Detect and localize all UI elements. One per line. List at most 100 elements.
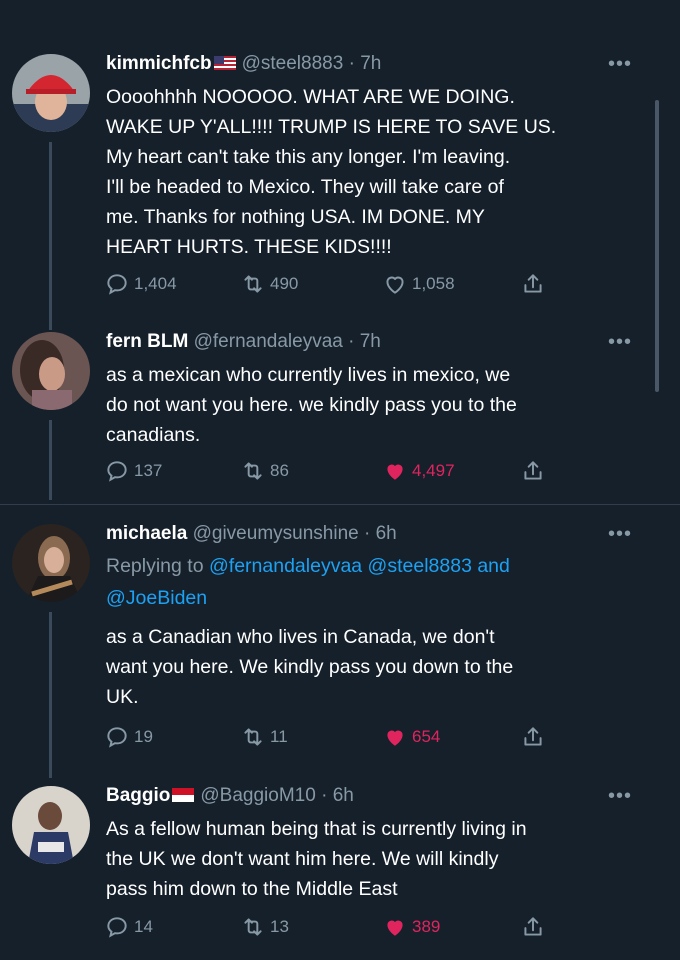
tweet-text-line: HEART HURTS. THESE KIDS!!!! (106, 236, 392, 258)
tweet-text-line: me. Thanks for nothing USA. IM DONE. MY (106, 206, 485, 228)
thread-line (49, 420, 52, 500)
separator-dot: · (342, 331, 360, 352)
reply-icon (107, 461, 127, 482)
tweet-text-line: As a fellow human being that is currentl… (106, 818, 527, 840)
tweet-text: as a Canadian who lives in Canada, we do… (106, 622, 646, 712)
handle[interactable]: @steel8883 (242, 53, 344, 74)
share-button[interactable] (520, 722, 550, 752)
like-button[interactable]: 389 (382, 912, 440, 942)
tweet-header: fern BLM @fernandaleyvaa · 7h (106, 330, 620, 354)
retweet-count: 490 (270, 274, 299, 293)
more-options-icon[interactable]: ••• (608, 332, 632, 352)
tweet-text-line: UK. (106, 686, 139, 708)
tweet-thread: kimmichfcb @steel8883 · 7h ••• Oooohhhh N… (0, 0, 680, 960)
like-button[interactable]: 654 (382, 722, 440, 752)
timestamp[interactable]: 6h (333, 785, 354, 806)
retweet-button[interactable]: 490 (240, 269, 298, 299)
more-options-icon[interactable]: ••• (608, 786, 632, 806)
display-name[interactable]: fern BLM (106, 331, 188, 352)
retweet-button[interactable]: 13 (240, 912, 289, 942)
display-name[interactable]: kimmichfcb (106, 53, 212, 74)
avatar-kimmichfcb[interactable] (12, 54, 90, 132)
tweet-text-line: as a mexican who currently lives in mexi… (106, 364, 511, 386)
reply-count: 137 (134, 461, 163, 480)
reply-button[interactable]: 1,404 (104, 269, 177, 299)
tweet-text-line: pass him down to the Middle East (106, 878, 398, 900)
tweet-actions: 14 13 389 (104, 912, 574, 942)
display-name[interactable]: Baggio (106, 785, 170, 806)
like-button[interactable]: 1,058 (382, 269, 455, 299)
tweet-text-line: want you here. We kindly pass you down t… (106, 656, 514, 678)
us-flag-icon (213, 56, 236, 70)
retweet-button[interactable]: 11 (240, 722, 288, 752)
tweet-actions: 1,404 490 1,058 (104, 269, 574, 299)
replying-to-label: Replying to (106, 555, 204, 577)
tweet-header: michaela @giveumysunshine · 6h (106, 522, 620, 546)
reply-icon (107, 727, 127, 748)
tweet-text-line: do not want you here. we kindly pass you… (106, 394, 517, 416)
scrollbar[interactable] (655, 100, 659, 392)
separator-dot: · (343, 53, 361, 74)
like-count: 389 (412, 917, 441, 936)
reply-button[interactable]: 19 (104, 722, 153, 752)
reply-icon (107, 274, 127, 295)
tweet-header: kimmichfcb @steel8883 · 7h (106, 52, 620, 76)
heart-filled-icon (387, 920, 403, 936)
heart-outline-icon (386, 276, 404, 294)
tweet-header: Baggio @BaggioM10 · 6h (106, 784, 620, 808)
divider (0, 504, 680, 505)
share-icon (524, 461, 542, 480)
reply-count: 19 (134, 727, 153, 746)
separator-dot: · (358, 523, 376, 544)
tweet-text-line: I'll be headed to Mexico. They will take… (106, 176, 504, 198)
share-button[interactable] (520, 456, 550, 486)
handle[interactable]: @giveumysunshine (193, 523, 359, 544)
like-button[interactable]: 4,497 (382, 456, 455, 486)
avatar-michaela[interactable] (12, 524, 90, 602)
retweet-icon (244, 275, 262, 293)
retweet-icon (244, 462, 262, 480)
retweet-button[interactable]: 86 (240, 456, 289, 486)
mention-link[interactable]: @JoeBiden (106, 582, 640, 614)
tweet-text-line: Oooohhhh NOOOOO. WHAT ARE WE DOING. (106, 86, 515, 108)
tweet-actions: 19 11 654 (104, 722, 574, 752)
tweet-text: Oooohhhh NOOOOO. WHAT ARE WE DOING. WAKE… (106, 82, 646, 262)
timestamp[interactable]: 6h (376, 523, 397, 544)
timestamp[interactable]: 7h (360, 53, 381, 74)
tweet-text-line: the UK we don't want him here. We will k… (106, 848, 499, 870)
more-options-icon[interactable]: ••• (608, 54, 632, 74)
display-name[interactable]: michaela (106, 523, 187, 544)
retweet-count: 86 (270, 461, 289, 480)
timestamp[interactable]: 7h (360, 331, 381, 352)
retweet-count: 13 (270, 917, 289, 936)
retweet-icon (244, 728, 262, 746)
separator-dot: · (315, 785, 333, 806)
share-button[interactable] (520, 269, 550, 299)
like-count: 4,497 (412, 461, 455, 480)
avatar-fern[interactable] (12, 332, 90, 410)
replying-to: Replying to @fernandaleyvaa @steel8883 a… (106, 550, 640, 614)
share-icon (524, 917, 542, 936)
thread-line (49, 612, 52, 778)
mention-link[interactable]: @fernandaleyvaa @steel8883 and (209, 555, 510, 577)
more-options-icon[interactable]: ••• (608, 524, 632, 544)
tweet-text-line: canadians. (106, 424, 201, 446)
tweet-actions: 137 86 4,497 (104, 456, 574, 486)
avatar-baggio[interactable] (12, 786, 90, 864)
tweet-text-line: as a Canadian who lives in Canada, we do… (106, 626, 495, 648)
share-button[interactable] (520, 912, 550, 942)
tweet-text: As a fellow human being that is currentl… (106, 814, 646, 904)
reply-count: 1,404 (134, 274, 177, 293)
handle[interactable]: @BaggioM10 (200, 785, 315, 806)
like-count: 1,058 (412, 274, 455, 293)
handle[interactable]: @fernandaleyvaa (194, 331, 343, 352)
thread-line (49, 290, 52, 330)
reply-button[interactable]: 137 (104, 456, 162, 486)
reply-icon (107, 917, 127, 938)
reply-button[interactable]: 14 (104, 912, 153, 942)
reply-count: 14 (134, 917, 153, 936)
share-icon (524, 727, 542, 746)
monaco-flag-icon (172, 788, 195, 802)
heart-filled-icon (387, 464, 403, 480)
retweet-icon (244, 918, 262, 936)
